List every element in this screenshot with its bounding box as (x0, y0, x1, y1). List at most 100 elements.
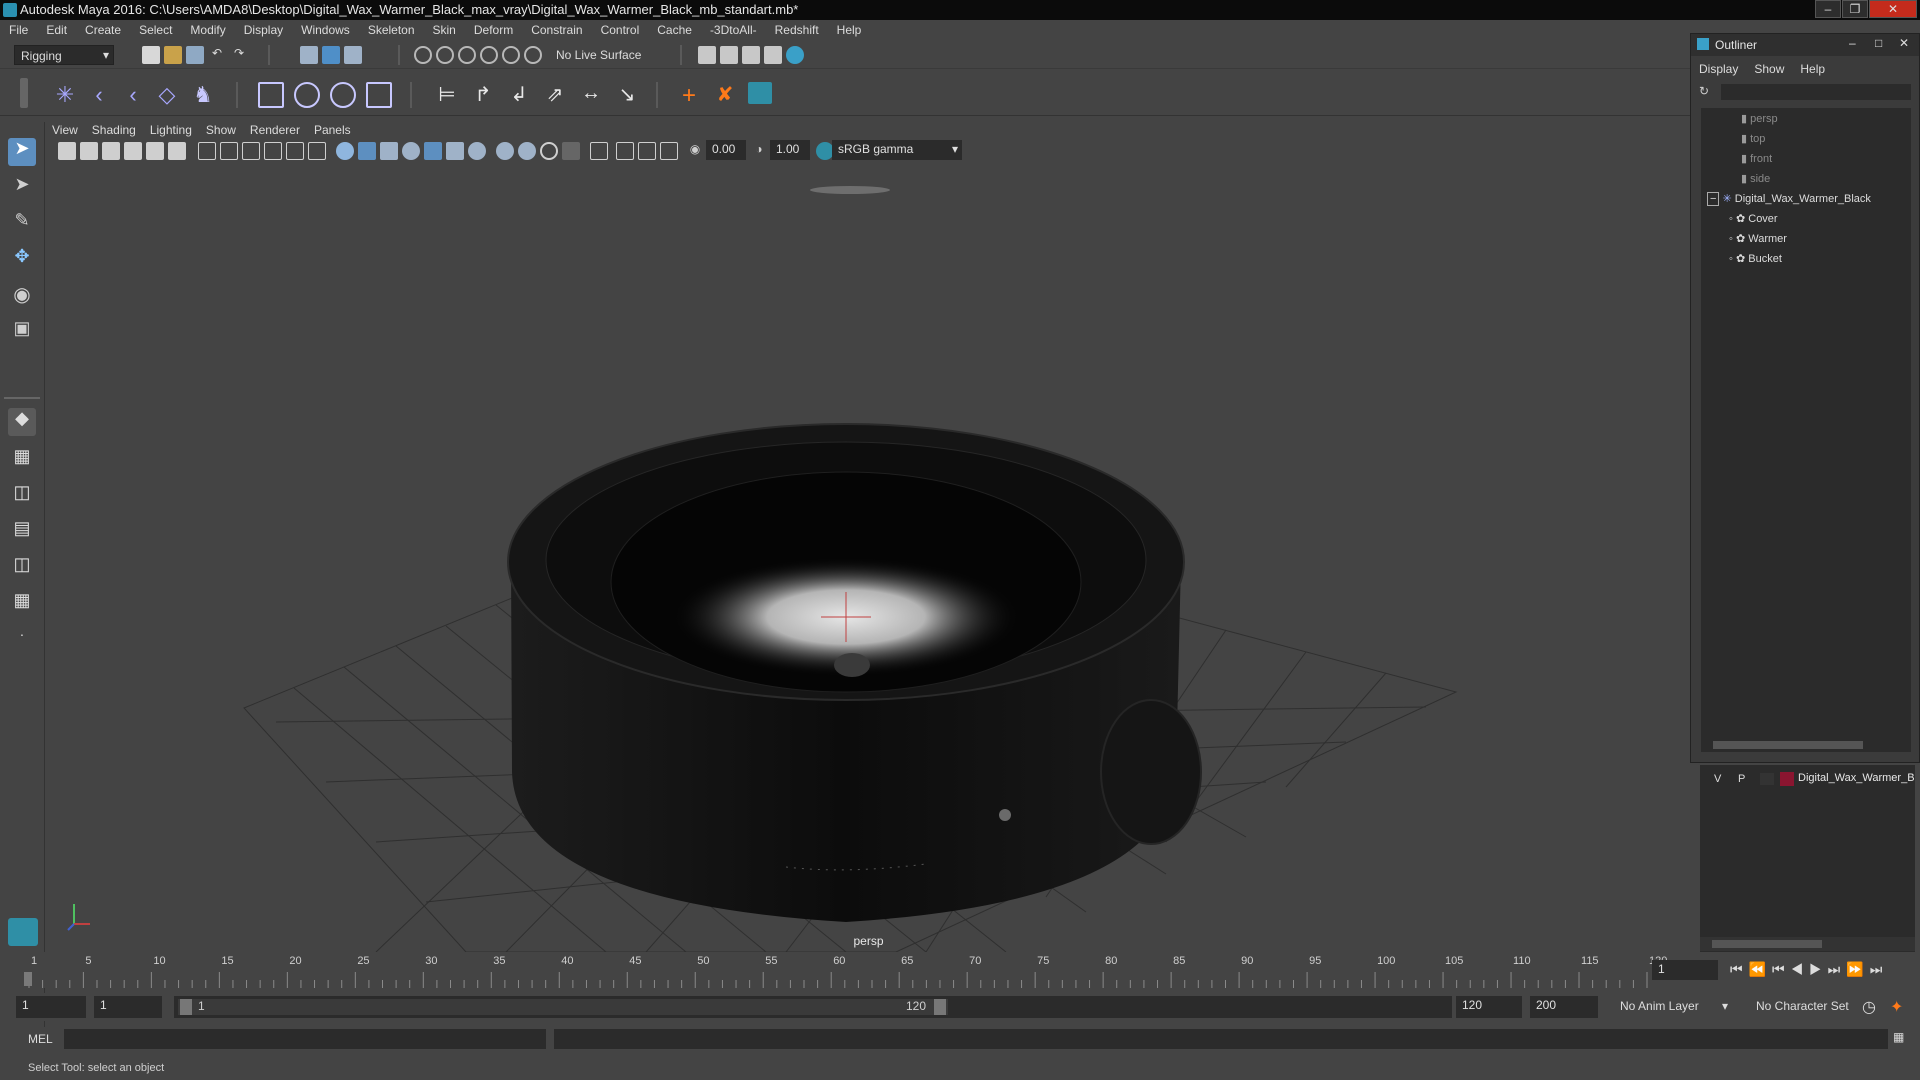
outliner-menu-help[interactable]: Help (1792, 62, 1833, 76)
backface-cull-icon[interactable] (638, 142, 656, 160)
scale-tool-icon[interactable]: ▣ (8, 318, 36, 346)
menu-skeleton[interactable]: Skeleton (359, 20, 424, 37)
camera-select-icon[interactable] (58, 142, 76, 160)
subdiv-preview-icon[interactable] (660, 142, 678, 160)
current-time-marker[interactable] (24, 972, 32, 986)
anti-aliasing-icon[interactable] (518, 142, 536, 160)
orient-constraint-icon[interactable]: ↲ (506, 82, 532, 108)
range-slider-handle[interactable]: 1 120 (178, 999, 948, 1015)
menu-help[interactable]: Help (828, 20, 871, 37)
menu-control[interactable]: Control (592, 20, 649, 37)
gamma-field[interactable]: 1.00 (770, 140, 810, 160)
list-item[interactable]: ▮ front (1741, 152, 1772, 165)
scrollbar-thumb[interactable] (1713, 741, 1863, 749)
go-to-end-icon[interactable]: ⏭ (1870, 961, 1889, 977)
restore-button[interactable]: ❐ (1842, 0, 1868, 18)
bind-skin-icon[interactable] (258, 82, 284, 108)
xray-active-icon[interactable] (616, 142, 634, 160)
layer-playback-toggle[interactable]: P (1738, 773, 1745, 785)
horizontal-scrollbar[interactable] (1700, 937, 1915, 951)
horizontal-scrollbar[interactable] (1701, 738, 1911, 752)
play-forward-icon[interactable]: ▶ (1809, 961, 1828, 977)
hypershade-layout-icon[interactable]: ▦ (8, 590, 36, 618)
point-constraint-icon[interactable]: ↱ (470, 82, 496, 108)
close-button[interactable]: ✕ (1899, 36, 1909, 50)
command-language-label[interactable]: MEL (28, 1032, 53, 1046)
save-scene-icon[interactable] (186, 46, 204, 64)
playback-start-field[interactable]: 1 (94, 996, 162, 1018)
menu-deform[interactable]: Deform (465, 20, 522, 37)
panel-menu-panels[interactable]: Panels (308, 122, 359, 137)
script-editor-icon[interactable]: ▦ (1893, 1030, 1911, 1048)
locator-icon[interactable]: + (676, 82, 702, 109)
list-item[interactable]: ▮ side (1741, 172, 1770, 185)
animation-prefs-icon[interactable]: ✦ (1890, 997, 1903, 1017)
outliner-search-input[interactable] (1721, 84, 1911, 100)
shelf-tab-handle-icon[interactable] (20, 78, 28, 108)
snap-point-icon[interactable] (458, 46, 476, 64)
snap-curve-icon[interactable] (436, 46, 454, 64)
select-tool-icon[interactable]: ➤ (8, 138, 36, 166)
ipr-render-icon[interactable] (742, 46, 760, 64)
menu-select[interactable]: Select (130, 20, 181, 37)
menu-3dtoall[interactable]: -3DtoAll- (701, 20, 766, 37)
snap-grid-icon[interactable] (414, 46, 432, 64)
maya-logo-icon[interactable] (748, 82, 772, 104)
image-plane-icon[interactable] (124, 142, 142, 160)
panel-menu-view[interactable]: View (46, 122, 86, 137)
list-item[interactable]: ◦ ✿ Cover (1729, 212, 1778, 225)
menu-set-dropdown[interactable]: Rigging ▾ (14, 45, 114, 65)
step-back-key-icon[interactable]: ⏮ (1772, 961, 1791, 977)
hypershade-icon[interactable] (786, 46, 804, 64)
aim-constraint-icon[interactable]: ↔ (578, 82, 604, 108)
panel-menu-show[interactable]: Show (200, 122, 244, 137)
side-by-side-layout-icon[interactable]: ◫ (8, 482, 36, 510)
grid-toggle-icon[interactable] (198, 142, 216, 160)
range-start-grip[interactable] (180, 999, 192, 1015)
list-item[interactable]: ▮ top (1741, 132, 1765, 145)
open-scene-icon[interactable] (164, 46, 182, 64)
rotate-tool-icon[interactable]: ◉ (8, 282, 36, 310)
layer-name[interactable]: Digital_Wax_Warmer_B (1798, 772, 1915, 784)
select-hierarchy-icon[interactable] (300, 46, 318, 64)
default-lighting-icon[interactable] (380, 142, 398, 160)
custom-layout-icon[interactable]: · (8, 626, 36, 654)
anim-layer-dropdown[interactable]: No Anim Layer ▾ (1620, 999, 1728, 1013)
single-view-layout-icon[interactable]: ◆ (8, 408, 36, 436)
field-chart-icon[interactable] (286, 142, 304, 160)
pole-vector-icon[interactable]: ↘ (614, 82, 640, 108)
step-forward-icon[interactable]: ⏩ (1846, 961, 1869, 977)
maximize-button[interactable]: □ (1875, 36, 1882, 50)
menu-modify[interactable]: Modify (181, 20, 234, 37)
smooth-shade-icon[interactable] (358, 142, 376, 160)
close-button[interactable]: ✕ (1869, 0, 1917, 18)
bookmark-icon[interactable] (102, 142, 120, 160)
persp-viewport[interactable]: persp (46, 162, 1691, 952)
set-driven-key-icon[interactable]: ✘ (712, 82, 738, 108)
persp-graph-layout-icon[interactable]: ▤ (8, 518, 36, 546)
outliner-menu-show[interactable]: Show (1746, 62, 1792, 76)
step-forward-key-icon[interactable]: ⏭ (1828, 961, 1847, 977)
layer-visibility-toggle[interactable]: V (1714, 773, 1721, 785)
panel-menu-lighting[interactable]: Lighting (144, 122, 200, 137)
menu-cache[interactable]: Cache (648, 20, 701, 37)
joint-tool-icon[interactable]: ✳ (52, 82, 78, 108)
motion-blur-icon[interactable] (496, 142, 514, 160)
xray-icon[interactable] (424, 142, 442, 160)
camera-attributes-icon[interactable] (80, 142, 98, 160)
shadows-icon[interactable] (446, 142, 464, 160)
parent-constraint-icon[interactable]: ⊨ (434, 82, 460, 108)
maya-logo-icon[interactable] (8, 918, 38, 946)
new-scene-icon[interactable] (142, 46, 160, 64)
list-item[interactable]: ▮ persp (1741, 112, 1778, 125)
move-tool-icon[interactable]: ✥ (8, 246, 36, 274)
select-component-icon[interactable] (344, 46, 362, 64)
grease-pencil-icon[interactable] (168, 142, 186, 160)
human-ik-icon[interactable]: ♞ (190, 82, 216, 108)
character-set-dropdown[interactable]: No Character Set (1756, 999, 1849, 1013)
range-slider[interactable]: 1 120 (174, 996, 1452, 1018)
snap-live-icon[interactable] (524, 46, 542, 64)
ambient-occlusion-icon[interactable] (468, 142, 486, 160)
undo-icon[interactable]: ↶ (208, 46, 226, 64)
layer-color-swatch[interactable] (1780, 772, 1794, 786)
